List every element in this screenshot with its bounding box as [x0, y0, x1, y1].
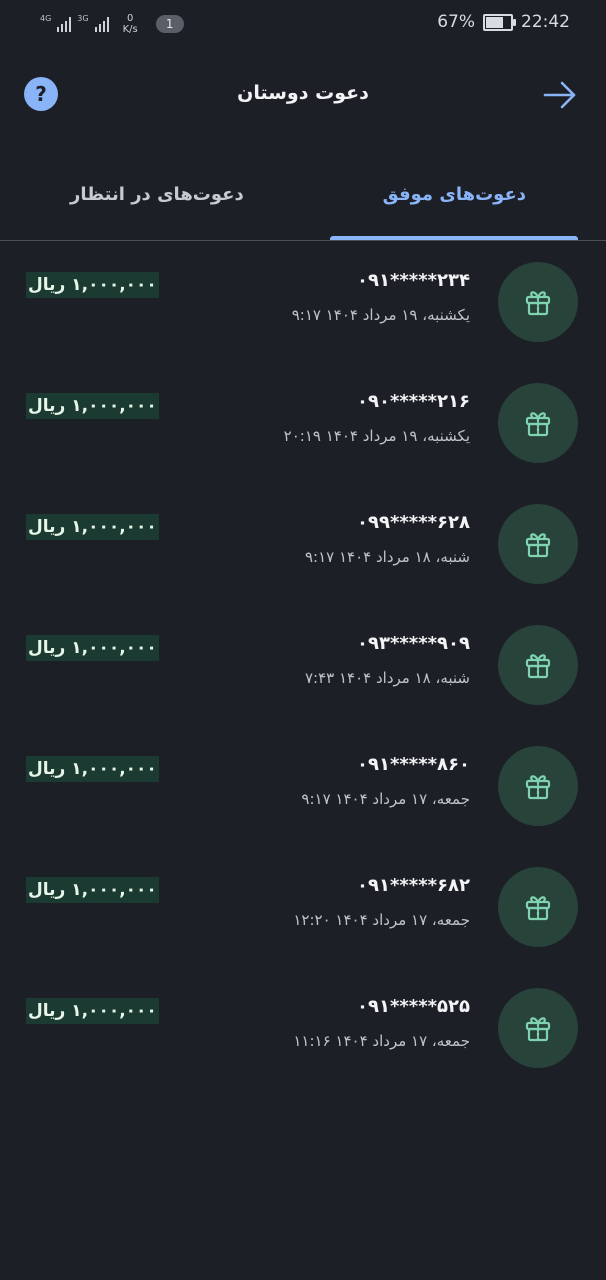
list-item[interactable]: ۰۹۰*****۲۱۶ یکشنبه، ۱۹ مرداد ۱۴۰۴ ۲۰:۱۹ …	[0, 371, 606, 492]
invitee-phone: ۰۹۱*****۲۳۴	[357, 270, 470, 291]
invite-date: یکشنبه، ۱۹ مرداد ۱۴۰۴ ۹:۱۷	[291, 306, 470, 324]
signal-icon	[57, 16, 72, 32]
invitee-phone: ۰۹۹*****۶۲۸	[357, 512, 470, 533]
battery-percent: 67%	[437, 12, 475, 32]
gift-icon	[498, 383, 578, 463]
invite-date: جمعه، ۱۷ مرداد ۱۴۰۴ ۱۲:۲۰	[293, 911, 470, 929]
invite-date: جمعه، ۱۷ مرداد ۱۴۰۴ ۱۱:۱۶	[293, 1032, 470, 1050]
speed-unit: K/s	[122, 24, 138, 35]
invitee-phone: ۰۹۱*****۸۶۰	[357, 754, 470, 775]
battery-icon	[483, 13, 516, 31]
gift-icon	[498, 262, 578, 342]
active-tab-indicator	[330, 236, 578, 240]
reward-amount: ۱,۰۰۰,۰۰۰ ریال	[26, 393, 159, 419]
invite-date: جمعه، ۱۷ مرداد ۱۴۰۴ ۹:۱۷	[301, 790, 470, 808]
invite-list: ۰۹۱*****۲۳۴ یکشنبه، ۱۹ مرداد ۱۴۰۴ ۹:۱۷ ۱…	[0, 250, 606, 1097]
status-left: 4G 3G 0 K/s 1	[40, 10, 184, 38]
notification-badge: 1	[155, 15, 184, 33]
gift-icon	[498, 867, 578, 947]
invite-date: شنبه، ۱۸ مرداد ۱۴۰۴ ۹:۱۷	[304, 548, 470, 566]
invite-date: شنبه، ۱۸ مرداد ۱۴۰۴ ۷:۴۳	[304, 669, 470, 687]
invitee-phone: ۰۹۱*****۵۲۵	[357, 996, 470, 1017]
list-item[interactable]: ۰۹۳*****۹۰۹ شنبه، ۱۸ مرداد ۱۴۰۴ ۷:۴۳ ۱,۰…	[0, 613, 606, 734]
clock: 22:42	[521, 12, 570, 32]
reward-amount: ۱,۰۰۰,۰۰۰ ریال	[26, 756, 159, 782]
gift-icon	[498, 625, 578, 705]
list-item[interactable]: ۰۹۱*****۲۳۴ یکشنبه، ۱۹ مرداد ۱۴۰۴ ۹:۱۷ ۱…	[0, 250, 606, 371]
reward-amount: ۱,۰۰۰,۰۰۰ ریال	[26, 998, 159, 1024]
tab-successful-invites[interactable]: دعوت‌های موفق	[383, 184, 526, 205]
list-item[interactable]: ۰۹۱*****۶۸۲ جمعه، ۱۷ مرداد ۱۴۰۴ ۱۲:۲۰ ۱,…	[0, 855, 606, 976]
reward-amount: ۱,۰۰۰,۰۰۰ ریال	[26, 272, 159, 298]
network-speed: 0 K/s	[123, 13, 138, 35]
reward-amount: ۱,۰۰۰,۰۰۰ ریال	[26, 635, 159, 661]
signal-icon-2	[94, 16, 109, 32]
network-type-1: 4G	[40, 13, 52, 23]
gift-icon	[498, 746, 578, 826]
list-item[interactable]: ۰۹۹*****۶۲۸ شنبه، ۱۸ مرداد ۱۴۰۴ ۹:۱۷ ۱,۰…	[0, 492, 606, 613]
arrow-right-icon[interactable]	[542, 78, 578, 112]
page-title: دعوت دوستان	[237, 82, 369, 104]
invitee-phone: ۰۹۱*****۶۸۲	[357, 875, 470, 896]
invitee-phone: ۰۹۰*****۲۱۶	[357, 391, 470, 412]
tab-pending-invites[interactable]: دعوت‌های در انتظار	[70, 184, 244, 205]
gift-icon	[498, 988, 578, 1068]
list-item[interactable]: ۰۹۱*****۸۶۰ جمعه، ۱۷ مرداد ۱۴۰۴ ۹:۱۷ ۱,۰…	[0, 734, 606, 855]
status-bar: 4G 3G 0 K/s 1 67% 22:42	[0, 0, 606, 46]
reward-amount: ۱,۰۰۰,۰۰۰ ریال	[26, 514, 159, 540]
speed-value: 0	[126, 13, 134, 24]
tab-bar: دعوت‌های موفق دعوت‌های در انتظار	[0, 160, 606, 241]
list-item[interactable]: ۰۹۱*****۵۲۵ جمعه، ۱۷ مرداد ۱۴۰۴ ۱۱:۱۶ ۱,…	[0, 976, 606, 1097]
status-right: 67% 22:42	[437, 12, 570, 32]
network-type-2: 3G	[77, 13, 89, 23]
app-header: ? دعوت دوستان	[0, 60, 606, 130]
invite-date: یکشنبه، ۱۹ مرداد ۱۴۰۴ ۲۰:۱۹	[283, 427, 470, 445]
gift-icon	[498, 504, 578, 584]
reward-amount: ۱,۰۰۰,۰۰۰ ریال	[26, 877, 159, 903]
invitee-phone: ۰۹۳*****۹۰۹	[357, 633, 470, 654]
